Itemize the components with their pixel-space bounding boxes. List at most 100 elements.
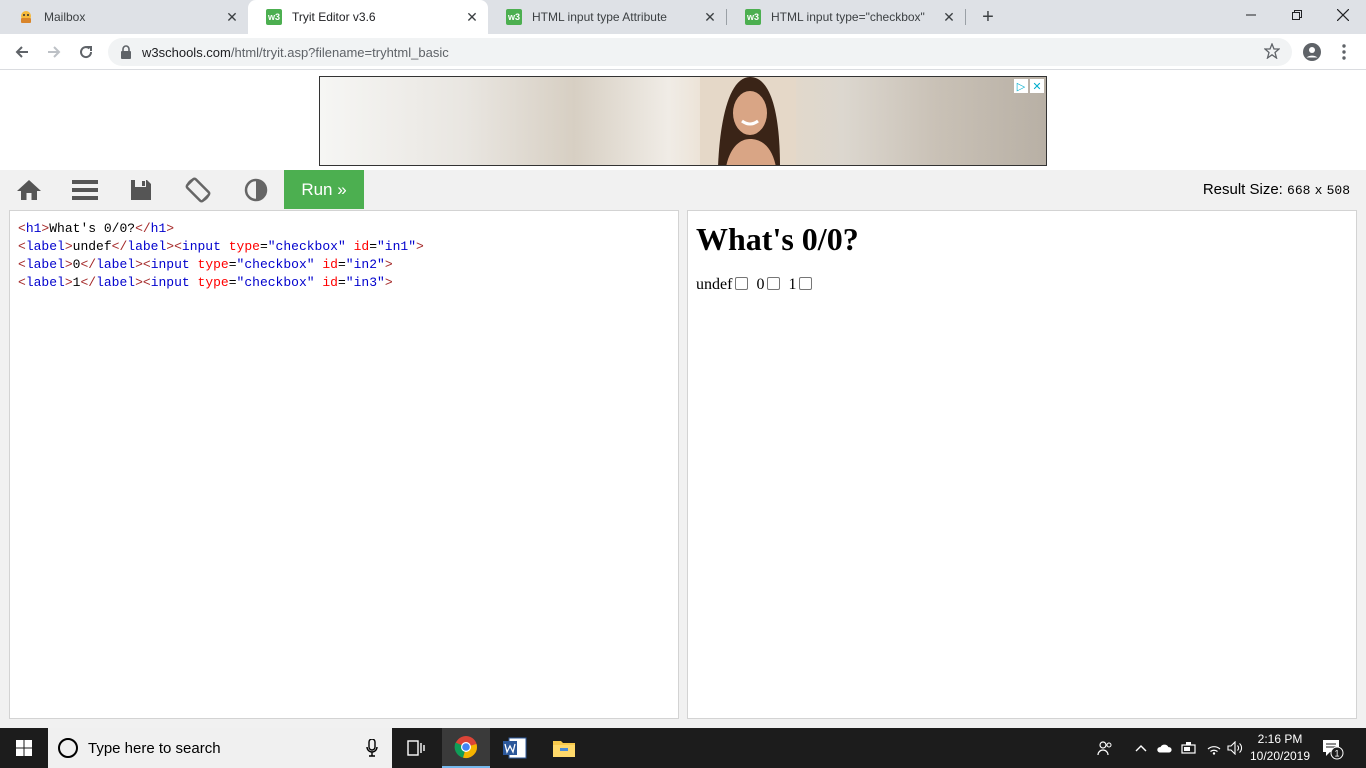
result-x: x: [1314, 183, 1323, 198]
task-view-button[interactable]: [392, 728, 440, 768]
people-icon[interactable]: [1097, 740, 1113, 756]
code-line: <label>1</label><input type="checkbox" i…: [18, 275, 393, 290]
tab-label: Tryit Editor v3.6: [292, 10, 376, 24]
clock-date: 10/20/2019: [1249, 749, 1311, 763]
tab-label: HTML input type Attribute: [532, 10, 667, 24]
w3-favicon: w3: [266, 9, 282, 25]
rotate-icon: [185, 177, 211, 203]
checkbox-0[interactable]: [767, 276, 781, 290]
star-icon[interactable]: [1264, 43, 1280, 59]
ad-area: ▷ ✕: [0, 70, 1366, 170]
minimize-button[interactable]: [1228, 0, 1274, 30]
tab-label: Mailbox: [44, 10, 86, 24]
code-line: <h1>What's 0/0?</h1>: [18, 221, 175, 236]
wifi-icon[interactable]: [1206, 740, 1222, 756]
word-icon: [503, 737, 527, 759]
ad-photo: [700, 77, 796, 165]
code-line: <label>undef</label><input type="checkbo…: [18, 239, 424, 254]
start-button[interactable]: [0, 728, 48, 768]
close-icon[interactable]: ✕: [464, 9, 480, 25]
taskbar-chrome[interactable]: [442, 728, 490, 768]
checkbox-label-0: 0: [756, 276, 765, 293]
menu-button[interactable]: [1332, 40, 1356, 64]
tab-separator: [965, 9, 966, 25]
checkbox-label-undef: undef: [696, 276, 733, 293]
taskbar-word[interactable]: [491, 728, 539, 768]
windows-icon: [16, 740, 32, 756]
menu-toggle-button[interactable]: [57, 170, 113, 210]
new-tab-button[interactable]: +: [976, 5, 1000, 29]
task-view-icon: [407, 740, 425, 756]
page: ▷ ✕ Run » Result Size: 668 x 508 <h1>Wha…: [0, 70, 1366, 728]
tab-mailbox[interactable]: Mailbox ✕: [0, 0, 248, 34]
profile-button[interactable]: [1300, 40, 1324, 64]
volume-icon[interactable]: [1227, 740, 1243, 756]
run-button[interactable]: Run »: [284, 170, 364, 209]
reload-button[interactable]: [74, 40, 98, 64]
taskbar-file-explorer[interactable]: [540, 728, 588, 768]
forward-button[interactable]: [42, 40, 66, 64]
browser-toolbar: w3schools.com/html/tryit.asp?filename=tr…: [0, 34, 1366, 70]
save-icon: [131, 180, 151, 200]
tab-label: HTML input type="checkbox": [771, 10, 925, 24]
lock-icon: [121, 45, 131, 59]
cortana-icon: [58, 738, 78, 758]
result-size: Result Size: 668 x 508: [1203, 181, 1350, 198]
ad-controls: ▷ ✕: [1014, 79, 1044, 93]
clock-time: 2:16 PM: [1257, 732, 1303, 746]
rotate-layout-button[interactable]: [170, 170, 226, 210]
result-heading: What's 0/0?: [696, 221, 859, 257]
result-frame: What's 0/0? undef 0 1: [687, 210, 1357, 719]
close-icon[interactable]: ✕: [941, 9, 957, 25]
taskbar-search[interactable]: Type here to search: [48, 728, 392, 768]
theme-toggle-button[interactable]: [228, 170, 284, 210]
close-icon[interactable]: ✕: [702, 9, 718, 25]
close-icon[interactable]: ✕: [224, 9, 240, 25]
tab-tryit-editor[interactable]: w3 Tryit Editor v3.6 ✕: [248, 0, 488, 34]
address-bar[interactable]: w3schools.com/html/tryit.asp?filename=tr…: [108, 38, 1292, 66]
taskbar-clock[interactable]: 2:16 PM 10/20/2019: [1244, 731, 1316, 765]
w3-favicon: w3: [745, 9, 761, 25]
tab-input-type-checkbox[interactable]: w3 HTML input type="checkbox" ✕: [727, 0, 965, 34]
arrow-left-icon: [15, 46, 28, 58]
tab-input-type-attribute[interactable]: w3 HTML input type Attribute ✕: [488, 0, 726, 34]
checkbox-1[interactable]: [799, 276, 813, 290]
more-vert-icon: [1342, 44, 1346, 60]
result-size-label: Result Size:: [1202, 181, 1283, 198]
microphone-icon[interactable]: [366, 739, 378, 757]
code-text[interactable]: <h1>What's 0/0?</h1> <label>undef</label>…: [18, 220, 670, 292]
url-path: /html/tryit.asp?filename=tryhtml_basic: [230, 45, 449, 60]
menu-icon: [72, 180, 98, 200]
checkbox-row: undef 0 1: [696, 276, 1348, 294]
taskbar: Type here to search 2:16 PM 10/20/2019 1: [0, 728, 1366, 768]
w3-favicon: w3: [506, 9, 522, 25]
account-icon: [1303, 43, 1321, 61]
back-button[interactable]: [10, 40, 34, 64]
restore-button[interactable]: [1274, 0, 1320, 30]
save-button[interactable]: [113, 170, 169, 210]
checkbox-label-1: 1: [788, 276, 797, 293]
chrome-icon: [454, 736, 477, 758]
home-button[interactable]: [1, 170, 57, 210]
close-icon[interactable]: ✕: [1030, 79, 1044, 93]
action-center-button[interactable]: 1: [1322, 738, 1344, 763]
advertisement-banner[interactable]: ▷ ✕: [319, 76, 1047, 166]
close-window-button[interactable]: [1320, 0, 1366, 30]
checkbox-undef[interactable]: [735, 276, 749, 290]
arrow-right-icon: [48, 46, 61, 58]
notification-count: 1: [1334, 749, 1339, 759]
url-host: w3schools.com: [142, 45, 231, 60]
battery-icon[interactable]: [1181, 740, 1197, 756]
restore-icon: [1292, 10, 1302, 20]
url-text: w3schools.com/html/tryit.asp?filename=tr…: [142, 45, 449, 60]
chevron-up-icon[interactable]: [1133, 740, 1149, 756]
code-line: <label>0</label><input type="checkbox" i…: [18, 257, 393, 272]
ad-choices-icon[interactable]: ▷: [1014, 79, 1028, 93]
tryit-toolbar: Run » Result Size: 668 x 508: [0, 170, 1366, 210]
minimize-icon: [1246, 14, 1256, 16]
close-icon: [1337, 9, 1349, 21]
notification-icon: 1: [1323, 740, 1344, 760]
mail-favicon: [21, 11, 31, 23]
code-editor[interactable]: <h1>What's 0/0?</h1> <label>undef</label>…: [9, 210, 679, 719]
onedrive-icon[interactable]: [1156, 740, 1172, 756]
